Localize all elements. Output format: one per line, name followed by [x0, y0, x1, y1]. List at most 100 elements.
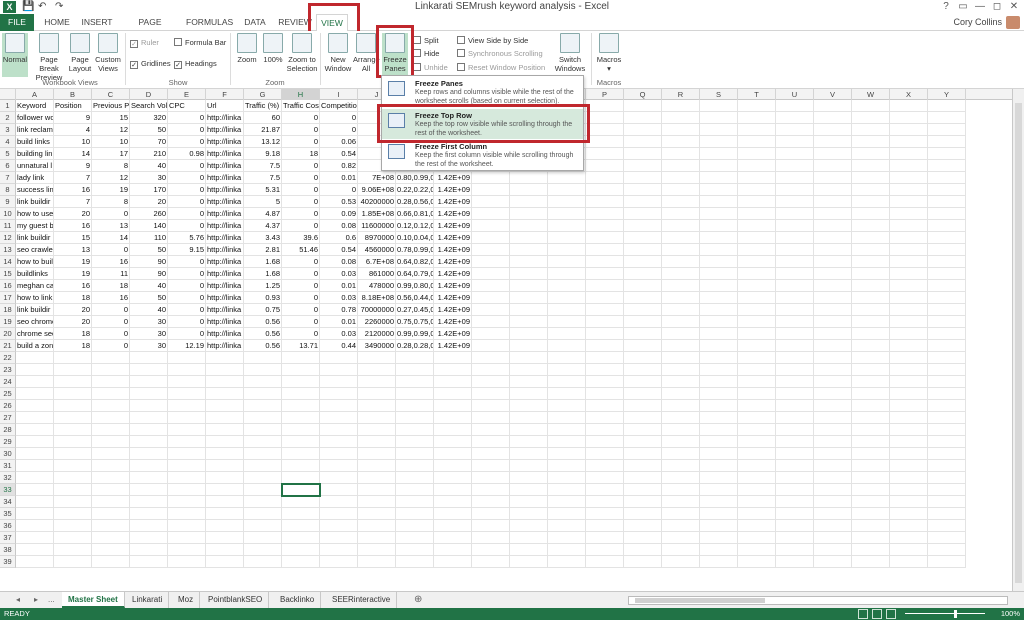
cell[interactable]	[206, 412, 244, 424]
cell[interactable]	[358, 508, 396, 520]
cell[interactable]	[928, 208, 966, 220]
cell[interactable]	[16, 520, 54, 532]
cell[interactable]	[662, 220, 700, 232]
row-header[interactable]: 5	[0, 148, 16, 160]
cell[interactable]	[586, 160, 624, 172]
cell[interactable]	[358, 352, 396, 364]
cell[interactable]	[890, 544, 928, 556]
cell[interactable]	[814, 388, 852, 400]
cell[interactable]: CPC	[168, 100, 206, 112]
cell[interactable]	[586, 148, 624, 160]
cell[interactable]	[700, 136, 738, 148]
cell[interactable]	[548, 352, 586, 364]
cell[interactable]	[130, 556, 168, 568]
cell[interactable]	[814, 556, 852, 568]
cell[interactable]: 18	[54, 292, 92, 304]
cell[interactable]: 0	[282, 280, 320, 292]
cell[interactable]: 0	[282, 196, 320, 208]
cell[interactable]	[928, 448, 966, 460]
menu-item-freeze-top-row[interactable]: Freeze Top Row Keep the top row visible …	[382, 109, 583, 139]
cell[interactable]	[928, 556, 966, 568]
cell[interactable]	[510, 448, 548, 460]
cell[interactable]: http://linka	[206, 268, 244, 280]
cell[interactable]: 0.03	[320, 328, 358, 340]
cell[interactable]	[16, 364, 54, 376]
cell[interactable]	[548, 304, 586, 316]
cell[interactable]	[738, 532, 776, 544]
cell[interactable]	[890, 448, 928, 460]
cell[interactable]	[586, 532, 624, 544]
cell[interactable]	[206, 448, 244, 460]
cell[interactable]	[434, 460, 472, 472]
cell[interactable]: 4.37	[244, 220, 282, 232]
cell[interactable]: 0	[282, 184, 320, 196]
cell[interactable]	[776, 424, 814, 436]
column-header-s[interactable]: S	[700, 89, 738, 100]
cell[interactable]	[206, 508, 244, 520]
cell[interactable]	[320, 376, 358, 388]
cell[interactable]	[738, 304, 776, 316]
cell[interactable]	[776, 412, 814, 424]
cell[interactable]: 1.42E+09	[434, 280, 472, 292]
cell[interactable]	[54, 508, 92, 520]
cell[interactable]	[814, 292, 852, 304]
cell[interactable]	[852, 532, 890, 544]
cell[interactable]	[586, 328, 624, 340]
cell[interactable]	[776, 304, 814, 316]
cell[interactable]	[586, 376, 624, 388]
cell[interactable]	[738, 508, 776, 520]
cell[interactable]	[662, 136, 700, 148]
column-header-v[interactable]: V	[814, 89, 852, 100]
cell[interactable]: http://linka	[206, 244, 244, 256]
cell[interactable]: 13.71	[282, 340, 320, 352]
cell[interactable]	[624, 448, 662, 460]
cell[interactable]	[54, 484, 92, 496]
row-header[interactable]: 7	[0, 172, 16, 184]
cell[interactable]	[510, 340, 548, 352]
cell[interactable]	[928, 496, 966, 508]
cell[interactable]	[662, 460, 700, 472]
cell[interactable]: 0	[92, 340, 130, 352]
cell[interactable]: 0	[168, 184, 206, 196]
cell[interactable]	[472, 388, 510, 400]
column-header-e[interactable]: E	[168, 89, 206, 100]
cell[interactable]	[700, 184, 738, 196]
cell[interactable]: 0	[320, 112, 358, 124]
cell[interactable]	[890, 256, 928, 268]
headings-checkbox[interactable]: ✓ Headings	[174, 58, 217, 69]
sheet-tab-master-sheet[interactable]: Master Sheet	[62, 592, 125, 608]
cell[interactable]	[700, 124, 738, 136]
cell[interactable]: success lin	[16, 184, 54, 196]
cell[interactable]	[700, 340, 738, 352]
cell[interactable]	[776, 508, 814, 520]
cell[interactable]	[624, 484, 662, 496]
cell[interactable]	[282, 388, 320, 400]
cell[interactable]: Keyword	[16, 100, 54, 112]
cell[interactable]	[776, 484, 814, 496]
cell[interactable]	[738, 484, 776, 496]
cell[interactable]	[510, 508, 548, 520]
sheet-more-icon[interactable]: ...	[48, 592, 55, 608]
cell[interactable]: 0.53	[320, 196, 358, 208]
cell[interactable]	[434, 376, 472, 388]
cell[interactable]	[700, 112, 738, 124]
row-header[interactable]: 32	[0, 472, 16, 484]
cell[interactable]: 0.08	[320, 220, 358, 232]
cell[interactable]: 0.01	[320, 316, 358, 328]
row-header[interactable]: 27	[0, 412, 16, 424]
cell[interactable]	[624, 556, 662, 568]
cell[interactable]: 40	[130, 304, 168, 316]
cell[interactable]	[738, 412, 776, 424]
cell[interactable]	[700, 388, 738, 400]
cell[interactable]	[738, 280, 776, 292]
cell[interactable]	[586, 112, 624, 124]
cell[interactable]	[852, 412, 890, 424]
cell[interactable]	[776, 220, 814, 232]
cell[interactable]	[586, 136, 624, 148]
cell[interactable]	[472, 544, 510, 556]
cell[interactable]: 8	[92, 160, 130, 172]
cell[interactable]	[776, 352, 814, 364]
cell[interactable]	[130, 436, 168, 448]
cell[interactable]	[700, 424, 738, 436]
cell[interactable]	[358, 460, 396, 472]
